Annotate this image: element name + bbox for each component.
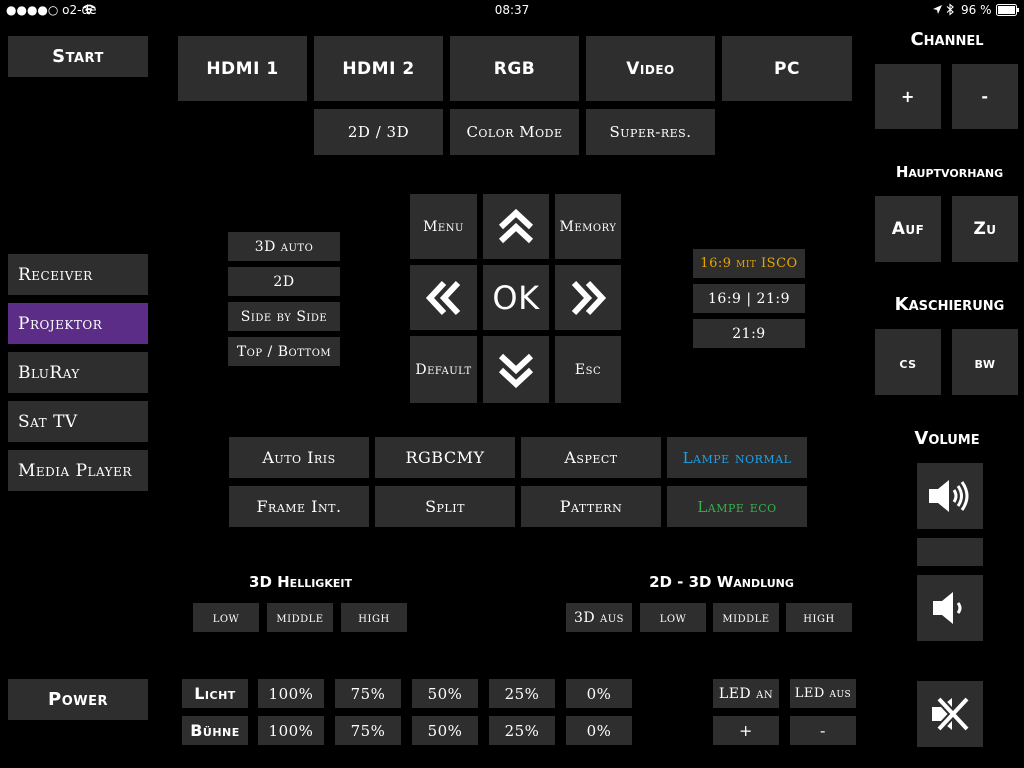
volume-title: Volume <box>914 428 980 449</box>
licht-75-button[interactable]: 75% <box>335 679 401 708</box>
buehne-label: Bühne <box>182 716 248 745</box>
aspect-21-9-button[interactable]: 21:9 <box>693 319 805 348</box>
status-time: 08:37 <box>494 3 530 17</box>
wifi-icon <box>82 4 96 15</box>
led-minus-button[interactable]: - <box>790 716 856 745</box>
lampe-eco-button[interactable]: Lampe eco <box>667 486 807 527</box>
aspect-16-9-21-9-button[interactable]: 16:9 | 21:9 <box>693 284 805 313</box>
buehne-50-button[interactable]: 50% <box>412 716 478 745</box>
kaschierung-bw-button[interactable]: bw <box>952 329 1018 395</box>
input-rgb-button[interactable]: RGB <box>450 36 579 101</box>
pattern-button[interactable]: Pattern <box>521 486 661 527</box>
3d-auto-button[interactable]: 3D auto <box>228 232 340 261</box>
right-button[interactable] <box>555 265 621 330</box>
licht-0-button[interactable]: 0% <box>566 679 632 708</box>
helligkeit-title: 3D Helligkeit <box>249 573 352 591</box>
helligkeit-low-button[interactable]: low <box>193 603 259 632</box>
input-hdmi1-button[interactable]: HDMI 1 <box>178 36 307 101</box>
licht-100-button[interactable]: 100% <box>258 679 324 708</box>
chevron-left-icon <box>424 278 464 318</box>
mute-button[interactable] <box>917 681 983 747</box>
up-button[interactable] <box>483 194 549 259</box>
led-aus-button[interactable]: LED aus <box>790 679 856 708</box>
device-receiver-button[interactable]: Receiver <box>8 254 148 295</box>
hauptvorhang-title: Hauptvorhang <box>895 163 1004 181</box>
chevron-up-icon <box>496 207 536 247</box>
buehne-75-button[interactable]: 75% <box>335 716 401 745</box>
channel-title: Channel <box>910 29 984 50</box>
chevron-right-icon <box>568 278 608 318</box>
side-by-side-button[interactable]: Side by Side <box>228 302 340 331</box>
mute-icon <box>925 691 975 737</box>
color-mode-button[interactable]: Color Mode <box>450 109 579 155</box>
menu-button[interactable]: Menu <box>410 194 477 259</box>
channel-minus-button[interactable]: - <box>952 64 1018 129</box>
down-button[interactable] <box>483 336 549 403</box>
wandlung-low-button[interactable]: low <box>640 603 706 632</box>
licht-25-button[interactable]: 25% <box>489 679 555 708</box>
channel-plus-button[interactable]: + <box>875 64 941 129</box>
volume-level-bar <box>917 538 983 566</box>
kaschierung-title: Kaschierung <box>894 294 1005 315</box>
licht-label: Licht <box>182 679 248 708</box>
memory-button[interactable]: Memory <box>555 194 621 259</box>
volume-up-button[interactable] <box>917 463 983 529</box>
top-bottom-button[interactable]: Top / Bottom <box>228 337 340 366</box>
battery-percent: 96 % <box>961 3 992 17</box>
location-icon <box>932 4 943 15</box>
start-button[interactable]: Start <box>8 36 148 77</box>
rgbcmy-button[interactable]: RGBCMY <box>375 437 515 478</box>
frame-int-button[interactable]: Frame Int. <box>229 486 369 527</box>
device-bluray-button[interactable]: BluRay <box>8 352 148 393</box>
buehne-0-button[interactable]: 0% <box>566 716 632 745</box>
vorhang-auf-button[interactable]: Auf <box>875 196 941 262</box>
helligkeit-middle-button[interactable]: middle <box>267 603 333 632</box>
2d-mode-button[interactable]: 2D <box>228 267 340 296</box>
chevron-down-icon <box>496 350 536 390</box>
volume-up-icon <box>925 476 975 516</box>
default-button[interactable]: Default <box>410 336 477 403</box>
device-mediaplayer-button[interactable]: Media Player <box>8 450 148 491</box>
buehne-100-button[interactable]: 100% <box>258 716 324 745</box>
kaschierung-cs-button[interactable]: cs <box>875 329 941 395</box>
input-hdmi2-button[interactable]: HDMI 2 <box>314 36 443 101</box>
buehne-25-button[interactable]: 25% <box>489 716 555 745</box>
wandlung-title: 2D - 3D Wandlung <box>649 573 794 591</box>
wandlung-high-button[interactable]: high <box>786 603 852 632</box>
auto-iris-button[interactable]: Auto Iris <box>229 437 369 478</box>
power-button[interactable]: Power <box>8 679 148 720</box>
battery-icon <box>996 4 1020 16</box>
aspect-16-9-isco-button[interactable]: 16:9 mit ISCO <box>693 249 805 278</box>
vorhang-zu-button[interactable]: Zu <box>952 196 1018 262</box>
ok-button[interactable]: OK <box>483 265 549 330</box>
input-pc-button[interactable]: PC <box>722 36 852 101</box>
device-sattv-button[interactable]: Sat TV <box>8 401 148 442</box>
wandlung-3d-aus-button[interactable]: 3D aus <box>566 603 632 632</box>
led-plus-button[interactable]: + <box>713 716 779 745</box>
licht-50-button[interactable]: 50% <box>412 679 478 708</box>
device-projektor-button[interactable]: Projektor <box>8 303 148 344</box>
esc-button[interactable]: Esc <box>555 336 621 403</box>
led-an-button[interactable]: LED an <box>713 679 779 708</box>
super-res-button[interactable]: Super-res. <box>586 109 715 155</box>
lampe-normal-button[interactable]: Lampe normal <box>667 437 807 478</box>
volume-down-icon <box>925 588 975 628</box>
split-button[interactable]: Split <box>375 486 515 527</box>
input-video-button[interactable]: Video <box>586 36 715 101</box>
aspect-button[interactable]: Aspect <box>521 437 661 478</box>
wandlung-middle-button[interactable]: middle <box>713 603 779 632</box>
2d-3d-button[interactable]: 2D / 3D <box>314 109 443 155</box>
helligkeit-high-button[interactable]: high <box>341 603 407 632</box>
volume-down-button[interactable] <box>917 575 983 641</box>
left-button[interactable] <box>410 265 477 330</box>
bluetooth-icon <box>946 3 954 16</box>
